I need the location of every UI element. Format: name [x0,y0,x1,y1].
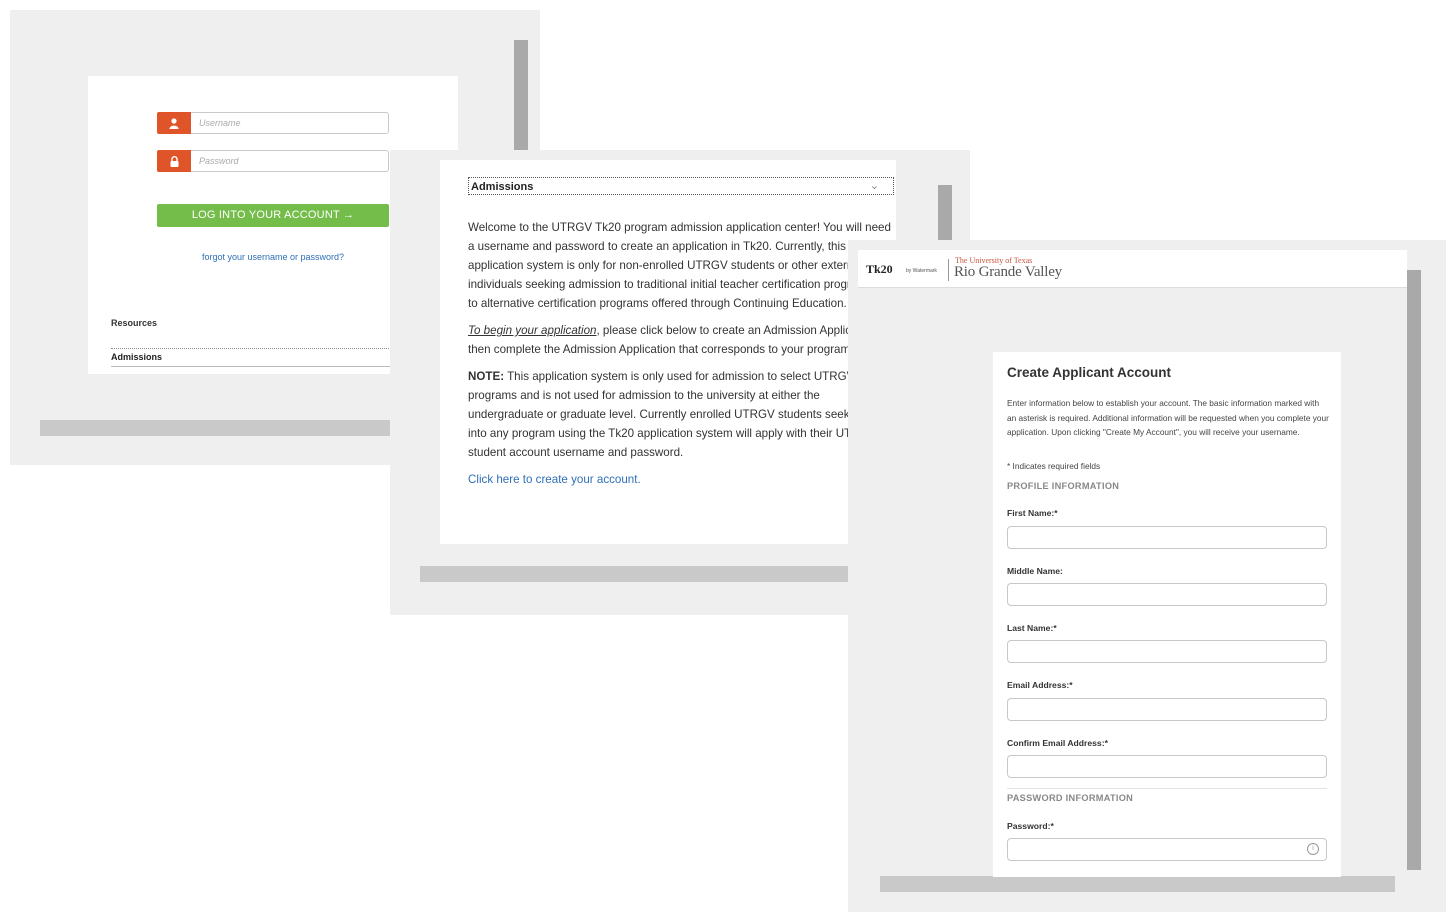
confirm-email-label: Confirm Email Address:* [1007,738,1108,748]
note-paragraph: NOTE: This application system is only us… [468,367,896,462]
shadow-edge [420,566,860,582]
admissions-accordion-header[interactable]: Admissions ⌄ [468,177,894,195]
begin-paragraph: To begin your application, please click … [468,321,896,359]
create-account-link[interactable]: Click here to create your account. [468,473,641,486]
watermark-tagline: by Watermark [906,268,937,274]
email-field[interactable] [1007,698,1327,721]
welcome-paragraph: Welcome to the UTRGV Tk20 program admiss… [468,221,896,310]
password-field[interactable]: Password [157,150,389,172]
shadow-edge [938,185,952,245]
note-text: This application system is only used for… [468,370,894,459]
middle-name-field[interactable] [1007,583,1327,606]
password-field[interactable] [1007,838,1327,861]
intro-text: Enter information below to establish you… [1007,398,1329,437]
first-name-label: First Name:* [1007,508,1058,518]
shadow-edge [1407,270,1421,870]
chevron-down-icon: ⌄ [869,180,879,192]
section-divider [1007,788,1327,789]
brand-header [858,250,1407,288]
admissions-accordion-item[interactable]: Admissions [111,348,401,367]
password-input[interactable]: Password [191,150,389,172]
admissions-heading: Admissions [471,181,534,193]
required-note: * Indicates required fields [1007,461,1101,471]
login-button[interactable]: LOG INTO YOUR ACCOUNT → [157,204,389,227]
begin-emphasis: To begin your application [468,324,597,337]
logo-divider [948,259,949,281]
email-label: Email Address:* [1007,680,1073,690]
user-icon [157,112,191,134]
forgot-credentials-link[interactable]: forgot your username or password? [157,252,389,262]
password-label: Password:* [1007,821,1054,831]
shadow-edge [880,876,1395,892]
middle-name-label: Middle Name: [1007,566,1063,576]
lock-icon [157,150,191,172]
page-title: Create Applicant Account [1007,365,1172,380]
password-section-heading: PASSWORD INFORMATION [1007,793,1134,803]
info-icon[interactable]: i [1307,843,1319,855]
resources-heading: Resources [111,318,158,328]
note-label: NOTE: [468,370,505,383]
first-name-field[interactable] [1007,526,1327,549]
username-input[interactable]: Username [191,112,389,134]
profile-section-heading: PROFILE INFORMATION [1007,481,1120,491]
tk20-logo: Tk20 [866,262,893,276]
university-name: Rio Grande Valley [954,264,1062,280]
last-name-field[interactable] [1007,640,1327,663]
username-field[interactable]: Username [157,112,389,134]
confirm-email-field[interactable] [1007,755,1327,778]
last-name-label: Last Name:* [1007,623,1057,633]
admissions-content: Welcome to the UTRGV Tk20 program admiss… [468,218,896,548]
